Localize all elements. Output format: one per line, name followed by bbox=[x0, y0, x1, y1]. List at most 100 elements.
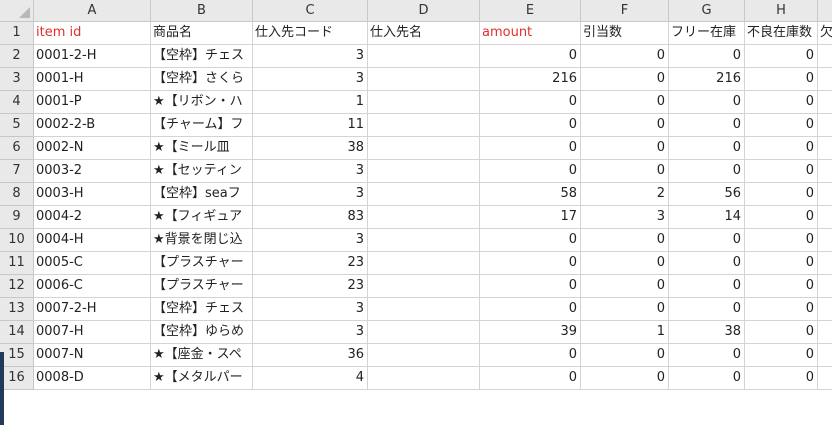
cell-g-7[interactable]: 0 bbox=[669, 160, 745, 183]
row-header-11[interactable]: 11 bbox=[0, 252, 34, 275]
column-header-c[interactable]: C bbox=[253, 0, 368, 22]
cell-g-16[interactable]: 0 bbox=[669, 367, 745, 390]
cell-e-7[interactable]: 0 bbox=[480, 160, 581, 183]
cell-i-10[interactable] bbox=[818, 229, 832, 252]
row-header-9[interactable]: 9 bbox=[0, 206, 34, 229]
cell-c-4[interactable]: 1 bbox=[253, 91, 368, 114]
header-cell-g[interactable]: フリー在庫 bbox=[669, 22, 745, 45]
cell-g-8[interactable]: 56 bbox=[669, 183, 745, 206]
cell-h-14[interactable]: 0 bbox=[745, 321, 818, 344]
cell-h-3[interactable]: 0 bbox=[745, 68, 818, 91]
cell-g-4[interactable]: 0 bbox=[669, 91, 745, 114]
cell-i-11[interactable] bbox=[818, 252, 832, 275]
cell-f-12[interactable]: 0 bbox=[581, 275, 669, 298]
cell-g-2[interactable]: 0 bbox=[669, 45, 745, 68]
cell-e-9[interactable]: 17 bbox=[480, 206, 581, 229]
column-header-e[interactable]: E bbox=[480, 0, 581, 22]
cell-f-9[interactable]: 3 bbox=[581, 206, 669, 229]
cell-d-12[interactable] bbox=[368, 275, 480, 298]
cell-i-5[interactable] bbox=[818, 114, 832, 137]
cell-e-5[interactable]: 0 bbox=[480, 114, 581, 137]
cell-f-15[interactable]: 0 bbox=[581, 344, 669, 367]
cell-c-12[interactable]: 23 bbox=[253, 275, 368, 298]
cell-g-6[interactable]: 0 bbox=[669, 137, 745, 160]
cell-a-8[interactable]: 0003-H bbox=[34, 183, 151, 206]
cell-i-7[interactable] bbox=[818, 160, 832, 183]
column-header-b[interactable]: B bbox=[151, 0, 253, 22]
cell-b-8[interactable]: 【空枠】seaフ bbox=[151, 183, 253, 206]
cell-i-3[interactable] bbox=[818, 68, 832, 91]
cell-g-15[interactable]: 0 bbox=[669, 344, 745, 367]
cell-h-13[interactable]: 0 bbox=[745, 298, 818, 321]
cell-f-4[interactable]: 0 bbox=[581, 91, 669, 114]
cell-c-15[interactable]: 36 bbox=[253, 344, 368, 367]
cell-e-14[interactable]: 39 bbox=[480, 321, 581, 344]
cell-f-14[interactable]: 1 bbox=[581, 321, 669, 344]
cell-f-6[interactable]: 0 bbox=[581, 137, 669, 160]
cell-a-10[interactable]: 0004-H bbox=[34, 229, 151, 252]
header-cell-i[interactable]: 欠 bbox=[818, 22, 832, 45]
cell-i-6[interactable] bbox=[818, 137, 832, 160]
cell-b-7[interactable]: ★【セッティン bbox=[151, 160, 253, 183]
row-header-1[interactable]: 1 bbox=[0, 22, 34, 45]
header-cell-a[interactable]: item id bbox=[34, 22, 151, 45]
cell-g-5[interactable]: 0 bbox=[669, 114, 745, 137]
cell-c-5[interactable]: 11 bbox=[253, 114, 368, 137]
cell-f-13[interactable]: 0 bbox=[581, 298, 669, 321]
cell-c-14[interactable]: 3 bbox=[253, 321, 368, 344]
cell-h-9[interactable]: 0 bbox=[745, 206, 818, 229]
cell-f-8[interactable]: 2 bbox=[581, 183, 669, 206]
row-header-2[interactable]: 2 bbox=[0, 45, 34, 68]
cell-b-5[interactable]: 【チャーム】フ bbox=[151, 114, 253, 137]
cell-f-5[interactable]: 0 bbox=[581, 114, 669, 137]
cell-d-13[interactable] bbox=[368, 298, 480, 321]
cell-h-2[interactable]: 0 bbox=[745, 45, 818, 68]
row-header-8[interactable]: 8 bbox=[0, 183, 34, 206]
cell-d-5[interactable] bbox=[368, 114, 480, 137]
cell-b-9[interactable]: ★【フィギュア bbox=[151, 206, 253, 229]
cell-i-14[interactable] bbox=[818, 321, 832, 344]
cell-h-8[interactable]: 0 bbox=[745, 183, 818, 206]
cell-f-3[interactable]: 0 bbox=[581, 68, 669, 91]
cell-b-3[interactable]: 【空枠】さくら bbox=[151, 68, 253, 91]
cell-i-15[interactable] bbox=[818, 344, 832, 367]
cell-h-16[interactable]: 0 bbox=[745, 367, 818, 390]
cell-h-5[interactable]: 0 bbox=[745, 114, 818, 137]
cell-a-11[interactable]: 0005-C bbox=[34, 252, 151, 275]
cell-d-8[interactable] bbox=[368, 183, 480, 206]
cell-g-13[interactable]: 0 bbox=[669, 298, 745, 321]
cell-i-9[interactable] bbox=[818, 206, 832, 229]
cell-c-8[interactable]: 3 bbox=[253, 183, 368, 206]
cell-b-11[interactable]: 【プラスチャー bbox=[151, 252, 253, 275]
cell-b-15[interactable]: ★【座金・スペ bbox=[151, 344, 253, 367]
cell-f-10[interactable]: 0 bbox=[581, 229, 669, 252]
row-header-5[interactable]: 5 bbox=[0, 114, 34, 137]
cell-d-6[interactable] bbox=[368, 137, 480, 160]
cell-d-10[interactable] bbox=[368, 229, 480, 252]
column-header-f[interactable]: F bbox=[581, 0, 669, 22]
cell-a-3[interactable]: 0001-H bbox=[34, 68, 151, 91]
cell-b-16[interactable]: ★【メタルパー bbox=[151, 367, 253, 390]
cell-c-11[interactable]: 23 bbox=[253, 252, 368, 275]
cell-d-3[interactable] bbox=[368, 68, 480, 91]
cell-a-9[interactable]: 0004-2 bbox=[34, 206, 151, 229]
cell-c-2[interactable]: 3 bbox=[253, 45, 368, 68]
row-header-6[interactable]: 6 bbox=[0, 137, 34, 160]
cell-c-16[interactable]: 4 bbox=[253, 367, 368, 390]
column-header-h[interactable]: H bbox=[745, 0, 818, 22]
cell-e-4[interactable]: 0 bbox=[480, 91, 581, 114]
cell-b-6[interactable]: ★【ミール皿 bbox=[151, 137, 253, 160]
cell-e-16[interactable]: 0 bbox=[480, 367, 581, 390]
cell-e-12[interactable]: 0 bbox=[480, 275, 581, 298]
cell-d-9[interactable] bbox=[368, 206, 480, 229]
row-header-12[interactable]: 12 bbox=[0, 275, 34, 298]
header-cell-d[interactable]: 仕入先名 bbox=[368, 22, 480, 45]
cell-a-16[interactable]: 0008-D bbox=[34, 367, 151, 390]
cell-d-14[interactable] bbox=[368, 321, 480, 344]
cell-h-12[interactable]: 0 bbox=[745, 275, 818, 298]
row-header-16[interactable]: 16 bbox=[0, 367, 34, 390]
cell-b-10[interactable]: ★背景を閉じ込 bbox=[151, 229, 253, 252]
cell-a-4[interactable]: 0001-P bbox=[34, 91, 151, 114]
cell-a-5[interactable]: 0002-2-B bbox=[34, 114, 151, 137]
row-header-4[interactable]: 4 bbox=[0, 91, 34, 114]
